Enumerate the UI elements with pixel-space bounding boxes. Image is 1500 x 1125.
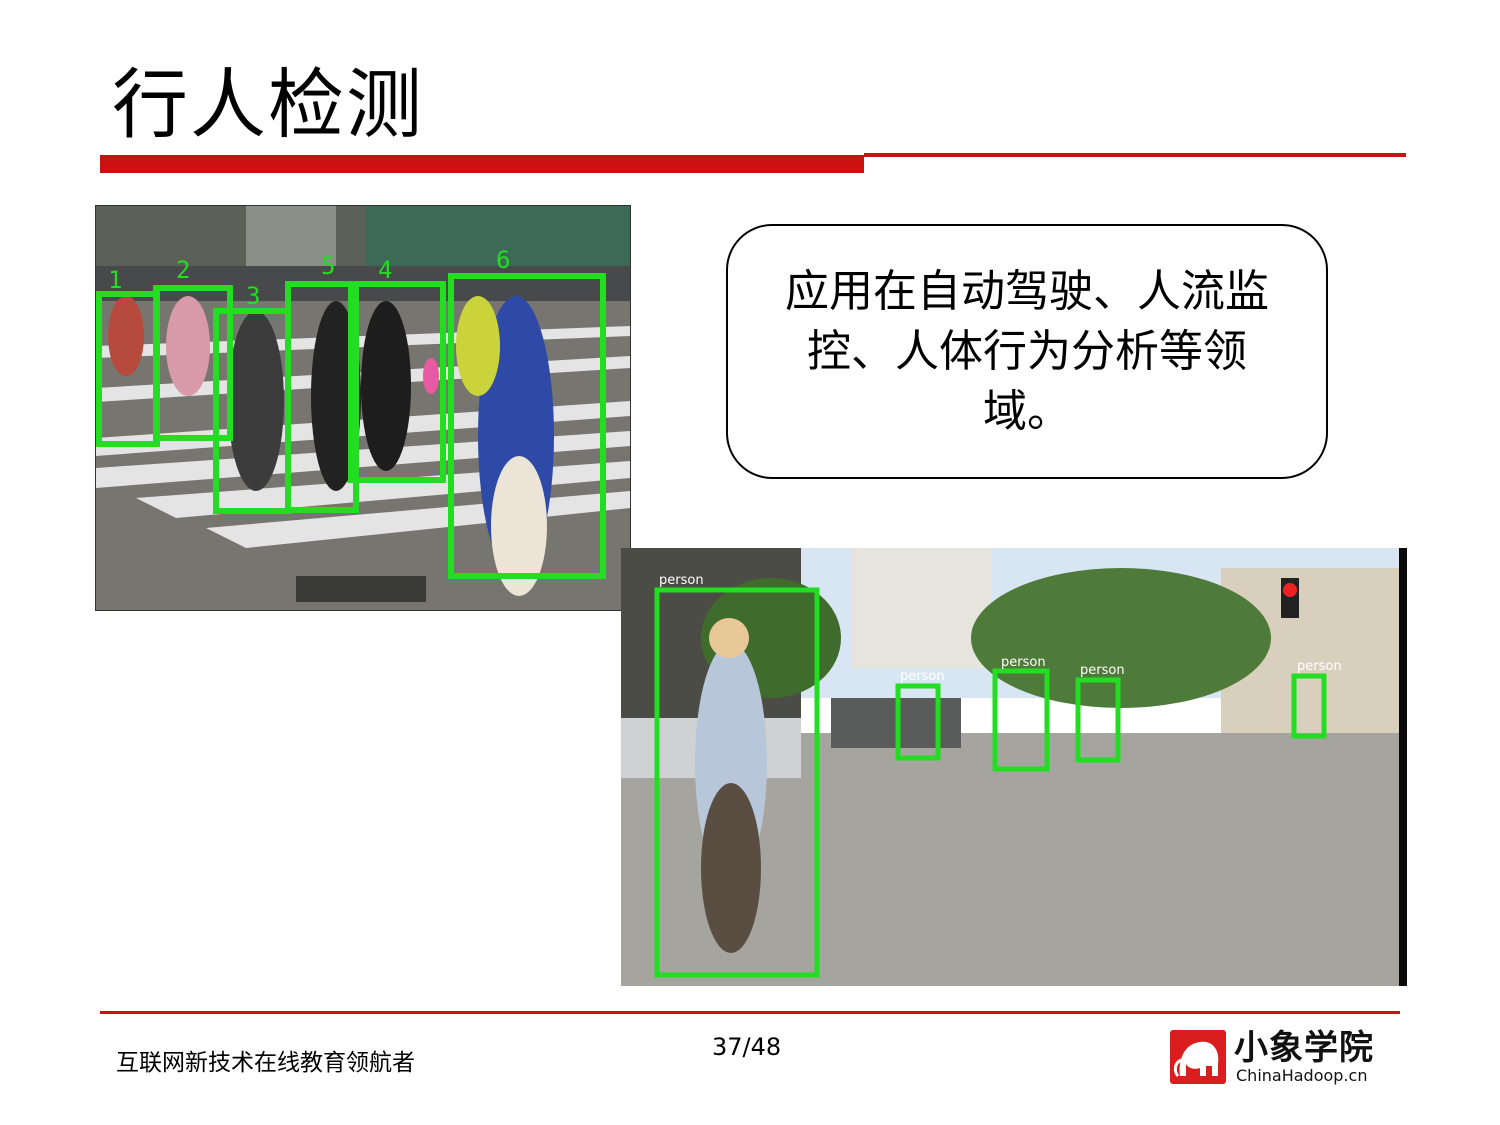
person-label: person <box>1001 655 1046 670</box>
elephant-logo-icon <box>1170 1030 1226 1084</box>
street-detection-photo: person person person person person <box>621 548 1407 986</box>
footer-slogan: 互联网新技术在线教育领航者 <box>116 1050 415 1076</box>
title-underline-thick <box>100 155 864 173</box>
box-label: 2 <box>176 256 190 284</box>
person-label: person <box>1080 663 1125 678</box>
box-label: 1 <box>108 266 122 294</box>
callout-text: 应用在自动驾驶、人流监控、人体行为分析等领域。 <box>785 265 1269 437</box>
logo-name-cn: 小象学院 <box>1234 1028 1374 1068</box>
title-underline-thin <box>864 153 1406 157</box>
callout-box: 应用在自动驾驶、人流监控、人体行为分析等领域。 <box>726 224 1328 479</box>
person-label: person <box>900 669 945 684</box>
logo-name-en: ChinaHadoop.cn <box>1236 1066 1368 1085</box>
box-label: 5 <box>321 252 335 280</box>
footer-divider <box>100 1011 1400 1014</box>
box-label: 4 <box>378 256 392 284</box>
pedestrian-crosswalk-photo: 1 2 3 5 4 6 <box>95 205 631 611</box>
person-label: person <box>659 573 704 588</box>
box-label: 3 <box>246 282 260 310</box>
person-label: person <box>1297 659 1342 674</box>
company-logo: 小象学院 ChinaHadoop.cn <box>1170 1030 1390 1086</box>
box-label: 6 <box>496 246 510 274</box>
slide-title: 行人检测 <box>112 60 424 149</box>
page-number: 37/48 <box>712 1033 782 1061</box>
